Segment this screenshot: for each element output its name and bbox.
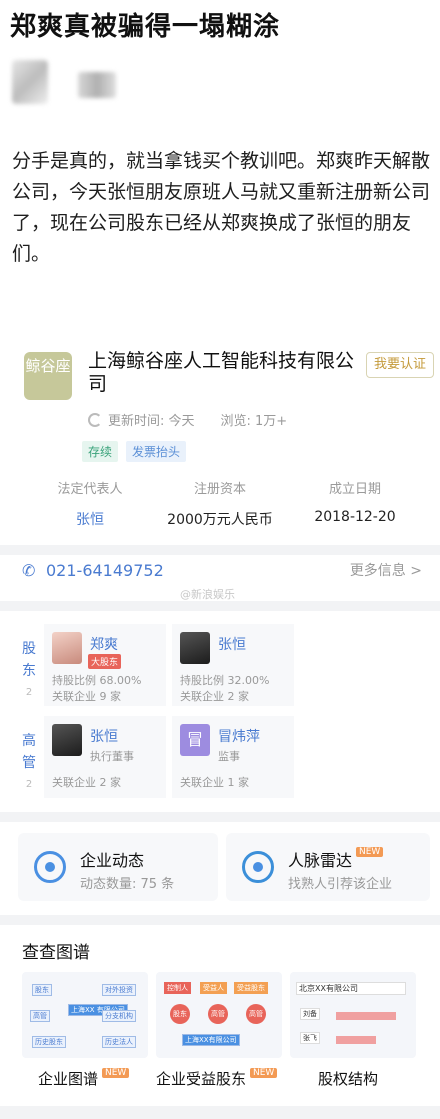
shareholders-side-label: 股东 2 — [18, 638, 40, 704]
legal-rep-value[interactable]: 张恒 — [30, 509, 150, 529]
avatar — [180, 632, 210, 664]
phone-number[interactable]: 021-64149752 — [46, 561, 164, 580]
executive-name: 冒炜萍 — [218, 729, 260, 745]
update-time: 更新时间: 今天 — [108, 414, 195, 429]
equity-bar — [336, 1036, 376, 1044]
company-info-grid: 法定代表人 注册资本 成立日期 张恒 2000万元人民币 2018-12-20 — [30, 478, 420, 529]
executive-card[interactable]: 张恒 执行董事 关联企业 2 家 — [44, 716, 166, 798]
executive-role: 执行董事 — [90, 750, 134, 763]
established-value: 2018-12-20 — [314, 509, 396, 525]
phone-icon: ✆ — [22, 561, 36, 580]
enterprise-graph-thumbnail[interactable]: 股东 对外投资 高管 上海XX 有限公司 分支机构 历史股东 历史法人 — [22, 972, 148, 1058]
divider — [0, 545, 440, 555]
avatar — [52, 724, 82, 756]
executive-name: 张恒 — [90, 729, 118, 745]
post-headline: 郑爽真被骗得一塌糊涂 — [10, 12, 281, 42]
status-badge: 存续 — [82, 441, 119, 462]
related-companies: 关联企业 1 家 — [180, 776, 249, 789]
shareholding-ratio: 持股比例 32.00% — [180, 674, 270, 687]
radar-icon — [242, 851, 274, 883]
shareholder-name: 张恒 — [218, 637, 246, 653]
shareholders-count: 2 — [25, 687, 33, 698]
dynamics-count: 动态数量: 75 条 — [80, 877, 175, 892]
executives-label-text: 高管 — [22, 733, 36, 771]
established-label: 成立日期 — [328, 482, 381, 497]
capital-label: 注册资本 — [193, 482, 246, 497]
graph-node: 高管 — [208, 1004, 228, 1024]
graph-node: 张飞 — [300, 1032, 320, 1044]
legal-rep-label: 法定代表人 — [57, 482, 123, 497]
graph-center-node: 上海XX有限公司 — [182, 1034, 240, 1046]
divider — [0, 601, 440, 611]
phone-row: ✆ 021-64149752 更多信息 > — [22, 560, 422, 581]
company-dynamics-card[interactable]: 企业动态 动态数量: 75 条 — [18, 833, 218, 901]
dynamics-title: 企业动态 — [80, 851, 145, 870]
blurred-avatar — [12, 60, 48, 104]
related-companies: 关联企业 9 家 — [52, 690, 121, 703]
refresh-icon — [88, 412, 102, 427]
graph-node: 历史法人 — [102, 1036, 136, 1048]
graph-node: 刘备 — [300, 1008, 320, 1020]
avatar — [52, 632, 82, 664]
executives-side-label: 高管 2 — [18, 730, 40, 796]
shareholder-name: 郑爽 — [90, 637, 118, 653]
graph-node: 股东 — [32, 984, 52, 996]
beneficiary-thumbnail[interactable]: 控制人 受益人 受益股东 股东 高管 高管 上海XX有限公司 — [156, 972, 282, 1058]
beneficiary-label[interactable]: 企业受益股东 NEW — [156, 1068, 278, 1089]
shareholder-card[interactable]: 张恒 持股比例 32.00% 关联企业 2 家 — [172, 624, 294, 706]
company-name: 上海鲸谷座人工智能科技有限公司 — [88, 350, 355, 395]
graph-node: 历史股东 — [32, 1036, 66, 1048]
company-logo: 鲸谷座 — [24, 352, 72, 400]
enterprise-graph-label[interactable]: 企业图谱 NEW — [38, 1068, 130, 1089]
graph-node: 高管 — [246, 1004, 266, 1024]
executives-count: 2 — [25, 779, 33, 790]
graph-node: 股东 — [170, 1004, 190, 1024]
divider — [0, 915, 440, 925]
graph-section-title: 查查图谱 — [22, 943, 90, 963]
graph-node: 受益股东 — [234, 982, 268, 994]
shareholders-label-text: 股东 — [22, 641, 36, 679]
new-badge: NEW — [250, 1068, 278, 1078]
major-shareholder-badge: 大股东 — [88, 654, 122, 669]
equity-structure-thumbnail[interactable]: 北京XX有限公司 刘备 张飞 — [290, 972, 416, 1058]
view-count: 浏览: 1万+ — [220, 414, 288, 429]
related-companies: 关联企业 2 家 — [52, 776, 121, 789]
divider — [0, 812, 440, 822]
claim-button[interactable]: 我要认证 — [366, 352, 434, 378]
watermark: @新浪娱乐 — [180, 588, 235, 601]
new-badge: NEW — [102, 1068, 130, 1078]
more-info-link[interactable]: 更多信息 > — [350, 560, 422, 580]
beneficiary-text: 企业受益股东 — [156, 1070, 247, 1088]
avatar: 冒 — [180, 724, 210, 756]
related-companies: 关联企业 2 家 — [180, 690, 249, 703]
status-tags: 存续 发票抬头 — [82, 441, 187, 462]
broadcast-icon — [34, 851, 66, 883]
graph-node: 分支机构 — [102, 1010, 136, 1022]
capital-value: 2000万元人民币 — [167, 512, 273, 528]
graph-node: 对外投资 — [102, 984, 136, 996]
enterprise-graph-text: 企业图谱 — [38, 1070, 99, 1088]
equity-structure-label[interactable]: 股权结构 — [318, 1068, 378, 1089]
new-badge: NEW — [356, 847, 384, 857]
radar-title-text: 人脉雷达 — [288, 851, 353, 870]
executive-role: 监事 — [218, 750, 240, 763]
post-body: 分手是真的，就当拿钱买个教训吧。郑爽昨天解散公司，今天张恒朋友原班人马就又重新注… — [12, 150, 431, 265]
graph-node: 受益人 — [200, 982, 227, 994]
update-row: 更新时间: 今天 浏览: 1万+ — [88, 410, 287, 429]
graph-node: 北京XX有限公司 — [296, 982, 406, 995]
blurred-username — [78, 72, 116, 98]
network-radar-card[interactable]: 人脉雷达 NEW 找熟人引荐该企业 — [226, 833, 430, 901]
equity-bar — [336, 1012, 396, 1020]
invoice-tag[interactable]: 发票抬头 — [126, 441, 187, 462]
shareholder-card[interactable]: 郑爽 大股东 持股比例 68.00% 关联企业 9 家 — [44, 624, 166, 706]
graph-node: 高管 — [30, 1010, 50, 1022]
divider — [0, 1106, 440, 1119]
radar-subtitle: 找熟人引荐该企业 — [288, 877, 393, 892]
graph-node: 控制人 — [164, 982, 191, 994]
shareholding-ratio: 持股比例 68.00% — [52, 674, 142, 687]
radar-title: 人脉雷达 NEW — [288, 847, 384, 871]
executive-card[interactable]: 冒 冒炜萍 监事 关联企业 1 家 — [172, 716, 294, 798]
